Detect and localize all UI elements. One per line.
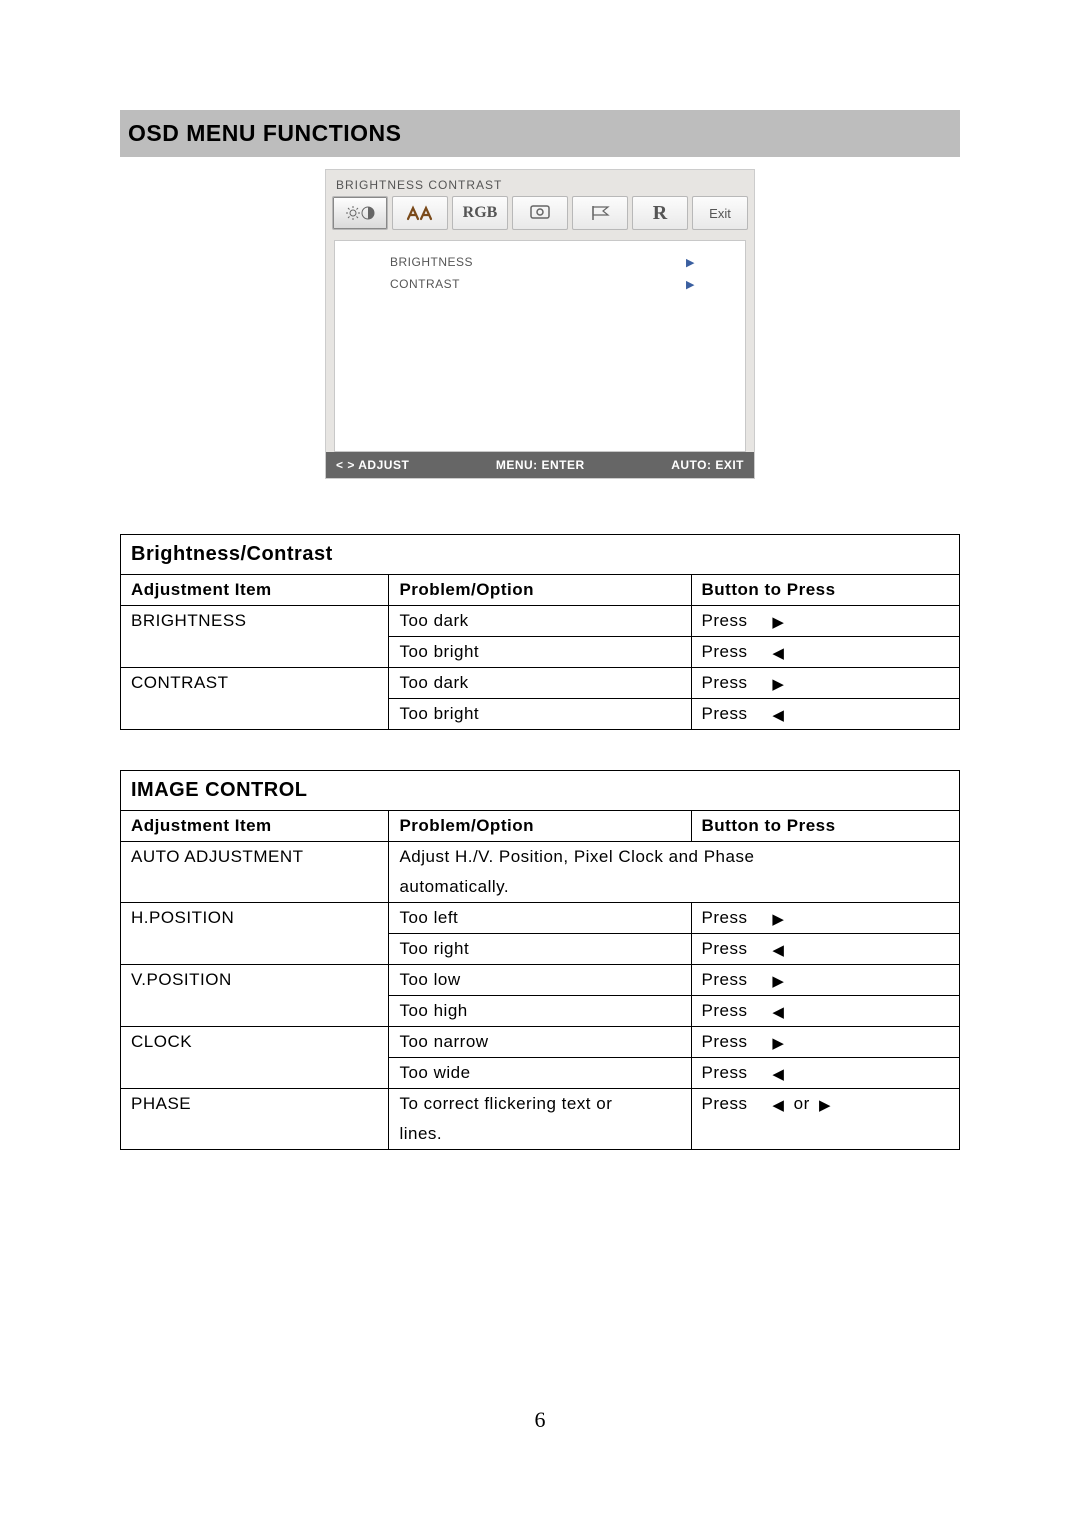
table1-hdr-button: Button to Press (691, 575, 960, 606)
osd-footer-menu: MENU: ENTER (419, 452, 661, 478)
osd-footer-adjust: < > ADJUST (326, 452, 419, 478)
triangle-right-icon: ▶ (686, 278, 725, 291)
exit-label: Exit (709, 206, 731, 221)
table2-auto-item: AUTO ADJUSTMENT (121, 842, 389, 873)
image-adjust-icon (406, 204, 434, 222)
table1-option: Too dark (389, 606, 691, 637)
table2-title: IMAGE CONTROL (121, 771, 960, 811)
osd-tab-reset: R (632, 196, 688, 230)
osd-tab-language (572, 196, 628, 230)
triangle-right-icon: ▶ (815, 1098, 835, 1113)
table2-phase-item: PHASE (121, 1089, 389, 1120)
table2-phase-option2: lines. (389, 1119, 691, 1150)
table1-press: Press ◀ (691, 637, 960, 668)
table2-hdr-option: Problem/Option (389, 811, 691, 842)
table2-phase-option: To correct flickering text or (389, 1089, 691, 1120)
table1-hdr-option: Problem/Option (389, 575, 691, 606)
triangle-right-icon: ▶ (768, 912, 788, 927)
osd-screenshot: BRIGHTNESS CONTRAST (120, 169, 960, 479)
rgb-label: RGB (463, 204, 498, 222)
table1-item (121, 637, 389, 668)
table1-press: Press ▶ (691, 668, 960, 699)
triangle-right-icon: ▶ (768, 974, 788, 989)
table2-hdr-item: Adjustment Item (121, 811, 389, 842)
sun-contrast-icon (345, 203, 375, 223)
osd-tab-image (392, 196, 448, 230)
table1-item (121, 699, 389, 730)
table2-item (121, 1058, 389, 1089)
table1-press: Press ▶ (691, 606, 960, 637)
table2-auto-desc: Adjust H./V. Position, Pixel Clock and P… (389, 842, 960, 873)
osd-row-label: CONTRAST (390, 277, 686, 291)
table2-press: Press ◀ (691, 996, 960, 1027)
table2-option: Too right (389, 934, 691, 965)
table2-auto-item-empty (121, 872, 389, 903)
osd-row-brightness: BRIGHTNESS ▶ (335, 251, 745, 273)
osd-tab-brightness (332, 196, 388, 230)
osd-row-contrast: CONTRAST ▶ (335, 273, 745, 295)
triangle-right-icon: ▶ (768, 1036, 788, 1051)
monitor-icon (528, 204, 552, 222)
table2-item: H.POSITION (121, 903, 389, 934)
table1-title: Brightness/Contrast (121, 535, 960, 575)
osd-footer-auto: AUTO: EXIT (661, 452, 754, 478)
table2-option: Too wide (389, 1058, 691, 1089)
triangle-left-icon: ◀ (768, 1098, 788, 1113)
flag-icon (588, 204, 612, 222)
page-title: OSD MENU FUNCTIONS (120, 110, 960, 157)
table2-option: Too left (389, 903, 691, 934)
table1-option: Too bright (389, 637, 691, 668)
table2-hdr-button: Button to Press (691, 811, 960, 842)
table2-phase-press: Press ◀ or ▶ (691, 1089, 960, 1120)
table2-phase-item-empty (121, 1119, 389, 1150)
table2-press: Press ◀ (691, 1058, 960, 1089)
chevron-left-icon: < (336, 458, 344, 472)
triangle-left-icon: ◀ (768, 708, 788, 723)
image-control-table: IMAGE CONTROL Adjustment Item Problem/Op… (120, 770, 960, 1150)
triangle-left-icon: ◀ (768, 1067, 788, 1082)
page-number: 6 (0, 1407, 1080, 1433)
triangle-right-icon: ▶ (686, 256, 725, 269)
triangle-left-icon: ◀ (768, 943, 788, 958)
osd-row-label: BRIGHTNESS (390, 255, 686, 269)
table2-option: Too low (389, 965, 691, 996)
table2-item (121, 996, 389, 1027)
table1-item: BRIGHTNESS (121, 606, 389, 637)
table1-press: Press ◀ (691, 699, 960, 730)
table2-press: Press ▶ (691, 1027, 960, 1058)
triangle-left-icon: ◀ (768, 646, 788, 661)
osd-tab-osd (512, 196, 568, 230)
triangle-left-icon: ◀ (768, 1005, 788, 1020)
triangle-right-icon: ▶ (768, 677, 788, 692)
chevron-right-icon: > (347, 458, 355, 472)
osd-top-label: BRIGHTNESS CONTRAST (326, 170, 754, 196)
table2-option: Too high (389, 996, 691, 1027)
table2-item (121, 934, 389, 965)
table2-press: Press ▶ (691, 903, 960, 934)
triangle-right-icon: ▶ (768, 615, 788, 630)
table2-option: Too narrow (389, 1027, 691, 1058)
table2-item: CLOCK (121, 1027, 389, 1058)
table2-press: Press ▶ (691, 965, 960, 996)
osd-body: BRIGHTNESS ▶ CONTRAST ▶ (334, 240, 746, 452)
table1-hdr-item: Adjustment Item (121, 575, 389, 606)
table2-press: Press ◀ (691, 934, 960, 965)
osd-tab-exit: Exit (692, 196, 748, 230)
table1-item: CONTRAST (121, 668, 389, 699)
osd-tab-rgb: RGB (452, 196, 508, 230)
table2-phase-press-empty (691, 1119, 960, 1150)
osd-footer: < > ADJUST MENU: ENTER AUTO: EXIT (326, 452, 754, 478)
reset-label: R (653, 202, 667, 225)
table2-item: V.POSITION (121, 965, 389, 996)
table2-auto-desc2: automatically. (389, 872, 960, 903)
brightness-contrast-table: Brightness/Contrast Adjustment Item Prob… (120, 534, 960, 730)
table1-option: Too bright (389, 699, 691, 730)
table1-option: Too dark (389, 668, 691, 699)
